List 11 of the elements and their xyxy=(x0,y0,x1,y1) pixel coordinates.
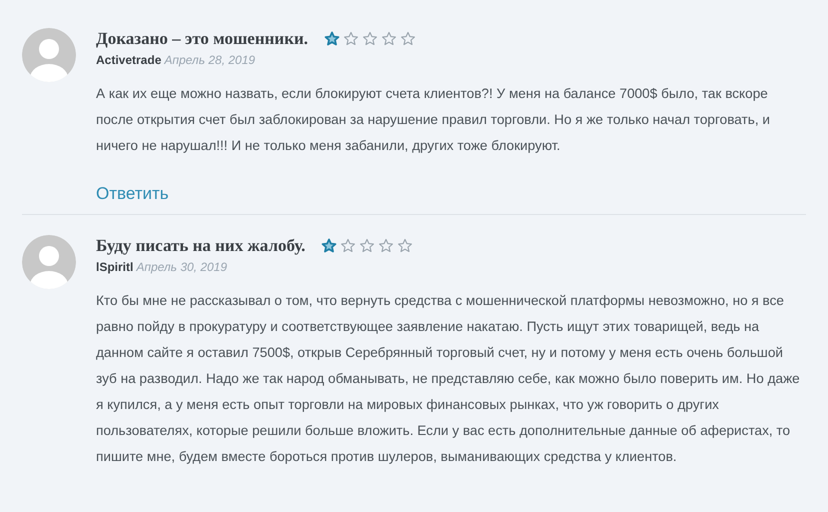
author-name: Activetrade xyxy=(96,53,162,67)
review-date: Апрель 28, 2019 xyxy=(164,53,256,67)
avatar-icon xyxy=(22,235,76,289)
author-name: lSpiritl xyxy=(96,260,134,274)
reply-link[interactable]: Ответить xyxy=(96,184,169,204)
review-title: Буду писать на них жалобу. xyxy=(96,236,306,256)
avatar-icon xyxy=(22,28,76,82)
review-text: А как их еще можно назвать, если блокируют счета клиентов?! У меня на балансе 7000$ было, так вскоре после открытия счет был заблокирован за нарушение правил торговли. Но я же только начал торговать, и ничего не нарушал!!! И не только меня забанили, других тоже блокируют. xyxy=(96,85,771,155)
review-text: Кто бы мне не рассказывал о том, что вернуть средства с мошеннической платформы невозможно, но я все равно пойду в прокуратуру и соответствующее заявление накатаю. Пусть ищут этих товарищей, ведь на данном сайте я оставил 7500$, открыв Серебрянный торговый счет, ну и потому у меня есть очень большой зуб на разводил. Надо же так народ обманывать, не представляю себе, как можно было поверить им. Но даже я купился, а у меня есть опыт торговли на мировых финансовых рынках, что уж говорить о других пользователях, которые решили больше вложить. Если у вас есть дополнительные данные об аферистах, то пишите мне, будем вместе бороться против шулеров, выманивающих средства у клиентов. xyxy=(96,292,801,466)
review-date: Апрель 30, 2019 xyxy=(136,260,228,274)
review-title: Доказано – это мошенники. xyxy=(96,29,308,49)
